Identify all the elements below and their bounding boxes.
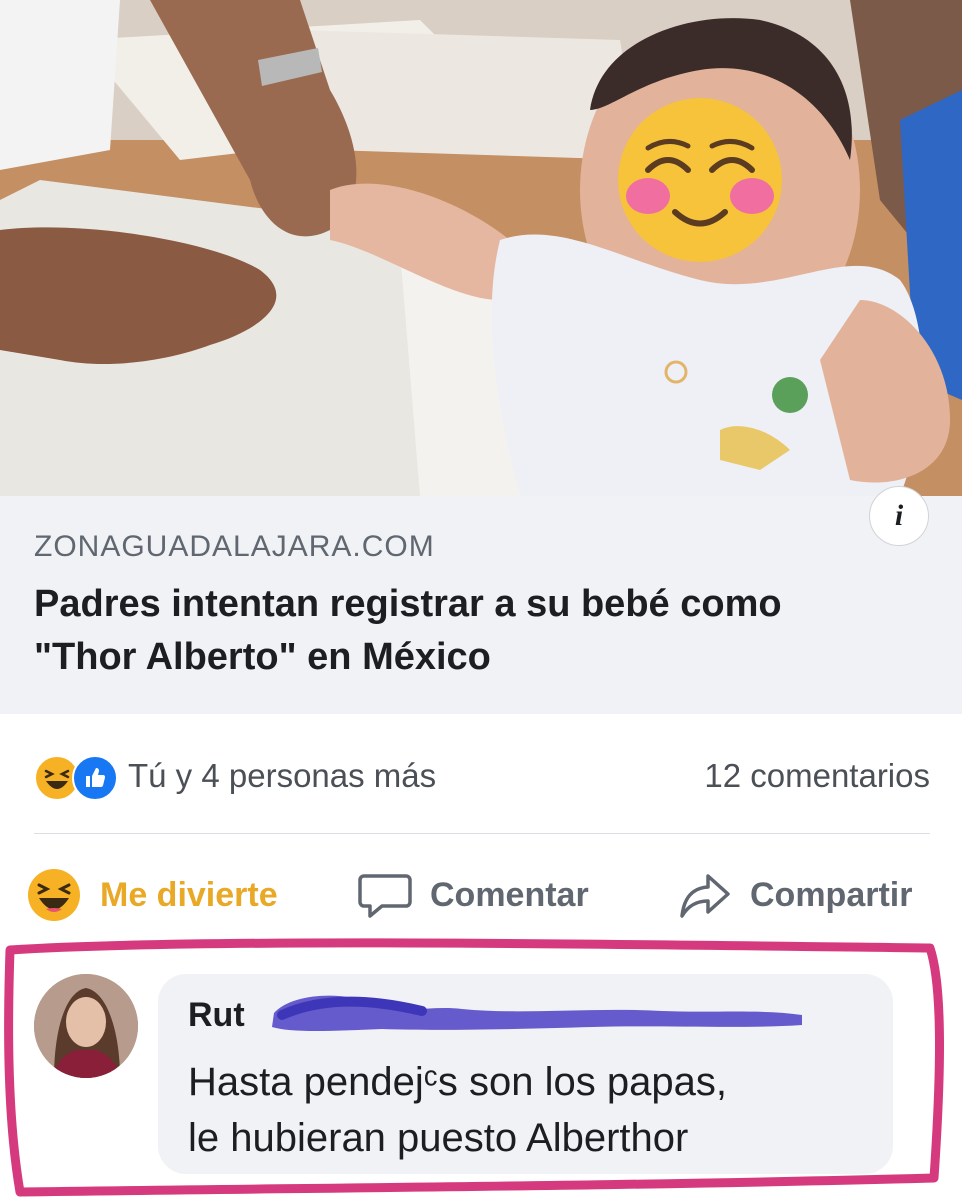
redaction-scribble [272,995,802,1031]
share-button[interactable]: Compartir [678,860,912,930]
react-button[interactable]: Me divierte [26,860,278,930]
comment-button[interactable]: Comentar [358,860,589,930]
comment-icon [358,868,412,922]
comment-text-line-2: le hubieran puesto Alberthor [188,1116,689,1160]
reaction-icons [34,755,118,801]
react-button-label: Me divierte [100,875,278,914]
reactions-text[interactable]: Tú y 4 personas más [128,757,436,795]
baby-photo-illustration [0,0,962,496]
link-preview-image[interactable] [0,0,962,496]
info-icon[interactable]: i [869,486,929,546]
link-domain: ZONAGUADALAJARA.COM [34,530,435,563]
laugh-icon [26,867,82,923]
post-actions: Me divierte Comentar Compartir [0,860,962,930]
comment-text-line-1: Hasta pendejᶜs son los papas, [188,1060,727,1104]
comments-count[interactable]: 12 comentarios [704,757,930,795]
like-reaction-icon [72,755,118,801]
comment-text: Hasta pendejᶜs son los papas, le hubiera… [188,1054,878,1166]
avatar[interactable] [34,974,138,1078]
comment-author[interactable]: Rut [188,996,245,1035]
share-button-label: Compartir [750,875,913,914]
divider [34,833,930,834]
share-icon [678,868,732,922]
reactions-summary[interactable]: Tú y 4 personas más 12 comentarios [34,752,930,802]
link-headline[interactable]: Padres intentan registrar a su bebé como… [34,578,894,684]
comment-button-label: Comentar [430,875,589,914]
